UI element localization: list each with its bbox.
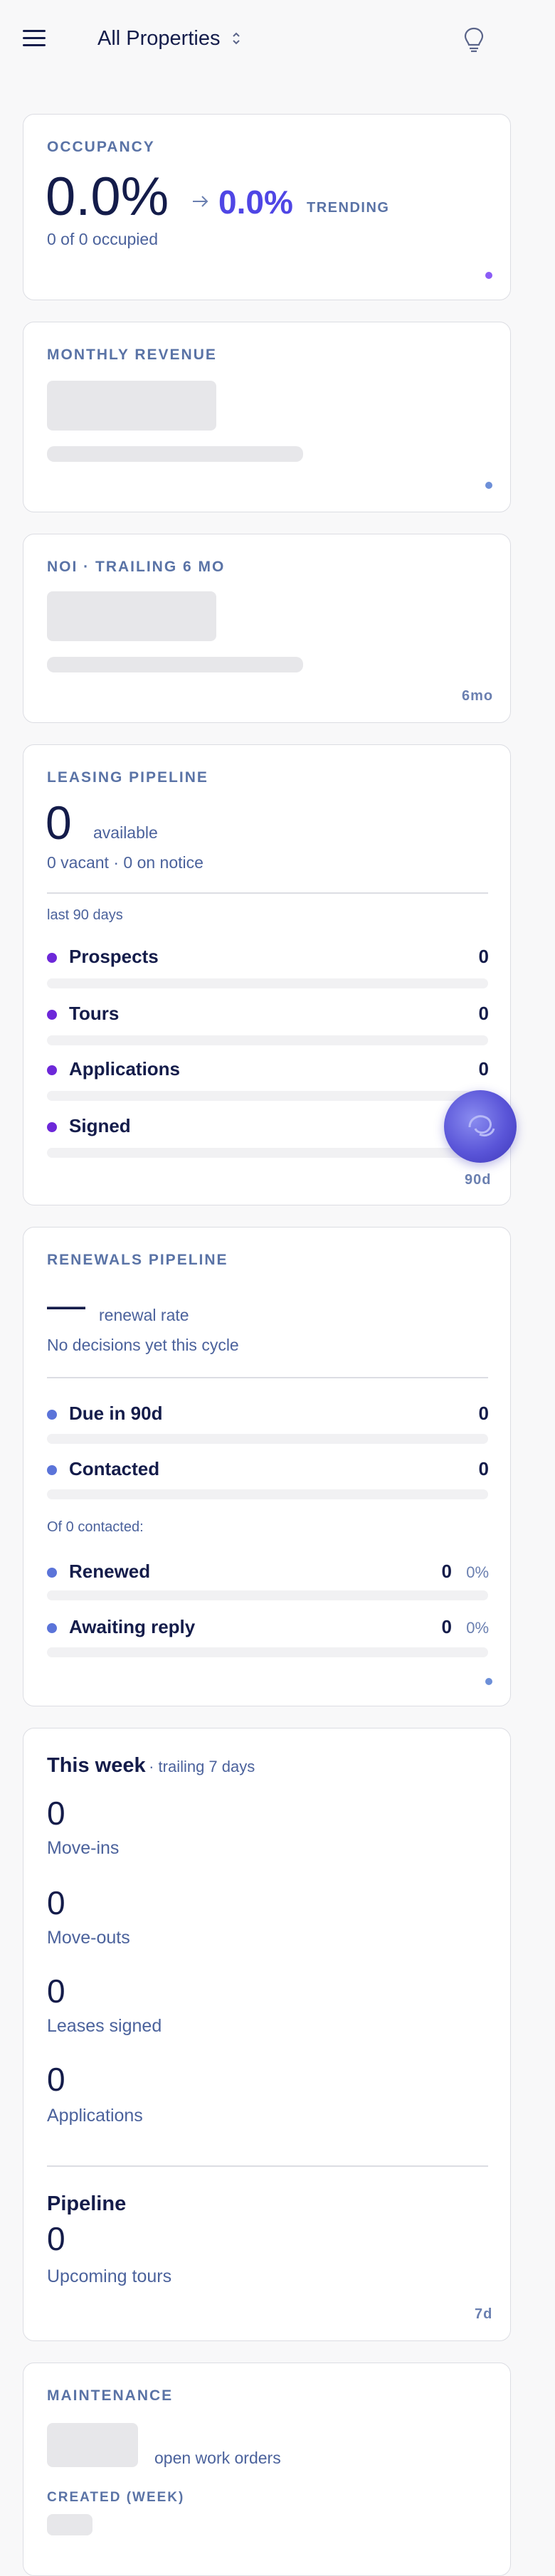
renewal-row-label: Due in 90d — [69, 1403, 163, 1424]
renewal-dot — [47, 1568, 57, 1578]
property-selector[interactable]: All Properties — [97, 24, 241, 53]
week-stat-value: 0 — [47, 1884, 65, 1921]
week-stat-value: 0 — [47, 1973, 65, 2010]
property-selector-label: All Properties — [97, 26, 221, 50]
renewal-rate-label: renewal rate — [99, 1306, 189, 1324]
pipeline-row-label: Applications — [69, 1058, 181, 1080]
pipeline-dot — [47, 1010, 57, 1020]
divider — [47, 1377, 488, 1378]
renewal-row-label: Renewed — [69, 1561, 151, 1582]
renewal-detail: No decisions yet this cycle — [47, 1336, 239, 1354]
renewals-pipeline-card[interactable]: RENEWALS PIPELINE — renewal rate No deci… — [23, 1227, 511, 1706]
contacted-note: Of 0 contacted: — [47, 1519, 144, 1535]
pipeline-row-label: Prospects — [69, 946, 159, 967]
occupancy-detail: 0 of 0 occupied — [47, 230, 159, 248]
renewal-row-value: 0 — [441, 1616, 452, 1637]
week-stat-label: Applications — [47, 2106, 143, 2126]
pipeline-track — [47, 978, 488, 988]
week-title-text: This week — [47, 1754, 146, 1777]
chevron-up-down-icon — [231, 31, 241, 46]
monthly-revenue-card[interactable]: MONTHLY REVENUE — [23, 322, 511, 512]
loading-skeleton — [47, 2514, 92, 2535]
loading-skeleton-line — [47, 657, 303, 672]
renewal-row-pct: 0% — [466, 1619, 489, 1637]
renewal-dot — [47, 1465, 57, 1475]
occupancy-value: 0.0% — [46, 167, 169, 227]
renewal-row-label: Contacted — [69, 1458, 160, 1479]
renewal-rate-value: — — [47, 1284, 85, 1326]
renewal-track — [47, 1489, 488, 1499]
card-label: RENEWALS PIPELINE — [47, 1252, 228, 1268]
period-tag: 6mo — [462, 688, 494, 704]
period-tag: 7d — [475, 2306, 493, 2322]
pipeline-value: 0 — [47, 2220, 65, 2257]
maintenance-card[interactable]: MAINTENANCE open work orders CREATED (WE… — [23, 2363, 511, 2576]
renewal-row-value: 0 — [478, 1458, 489, 1479]
pipeline-dot — [47, 1065, 57, 1075]
renewal-track — [47, 1590, 488, 1600]
renewal-row-value: 0 — [441, 1561, 452, 1582]
renewal-dot — [47, 1623, 57, 1633]
pipeline-label: Upcoming tours — [47, 2266, 172, 2286]
week-stat-label: Move-ins — [47, 1838, 120, 1858]
available-label: available — [93, 823, 158, 842]
renewal-dot — [47, 1410, 57, 1420]
pipeline-track — [47, 1091, 488, 1101]
created-week-label: CREATED (WEEK) — [47, 2490, 185, 2505]
status-dot — [485, 272, 492, 279]
week-stat-value: 0 — [47, 1795, 65, 1832]
week-subtitle: · trailing 7 days — [149, 1758, 255, 1775]
available-count: 0 — [46, 796, 72, 849]
pipeline-dot — [47, 953, 57, 963]
card-label: OCCUPANCY — [47, 139, 155, 155]
period-tag: 90d — [465, 1172, 492, 1188]
pipeline-track — [47, 1148, 488, 1158]
pipeline-track — [47, 1035, 488, 1045]
assistant-orb-button[interactable] — [444, 1090, 517, 1163]
occupancy-card[interactable]: OCCUPANCY 0.0% 0.0% TRENDING 0 of 0 occu… — [23, 114, 511, 300]
week-stat-label: Move-outs — [47, 1928, 130, 1948]
renewal-track — [47, 1647, 488, 1657]
week-stat-label: Leases signed — [47, 2016, 162, 2036]
leasing-pipeline-card[interactable]: LEASING PIPELINE 0 available 0 vacant · … — [23, 744, 511, 1205]
window-note: last 90 days — [47, 907, 123, 923]
week-title: This week · trailing 7 days — [47, 1754, 255, 1778]
loading-skeleton — [47, 2423, 138, 2467]
pipeline-dot — [47, 1122, 57, 1132]
card-label: NOI · TRAILING 6 MO — [47, 559, 226, 575]
card-label: MONTHLY REVENUE — [47, 347, 217, 363]
pipeline-row-value: 0 — [478, 1058, 489, 1080]
pipeline-title: Pipeline — [47, 2192, 127, 2215]
open-work-orders-label: open work orders — [154, 2449, 281, 2467]
this-week-card[interactable]: This week · trailing 7 days 0 Move-ins 0… — [23, 1728, 511, 2341]
status-dot — [485, 1678, 492, 1685]
status-dot — [485, 482, 492, 489]
pipeline-row-value: 0 — [478, 1003, 489, 1024]
pipeline-row-label: Tours — [69, 1003, 120, 1024]
noi-card[interactable]: NOI · TRAILING 6 MO 6mo — [23, 534, 511, 723]
divider — [47, 2165, 488, 2167]
loading-skeleton — [47, 591, 216, 641]
renewal-row-label: Awaiting reply — [69, 1616, 196, 1637]
leasing-detail: 0 vacant · 0 on notice — [47, 853, 204, 872]
loading-skeleton-line — [47, 446, 303, 462]
assistant-orb-icon — [468, 1115, 495, 1137]
card-label: MAINTENANCE — [47, 2387, 174, 2404]
lightbulb-icon[interactable] — [461, 26, 487, 54]
pipeline-row-value: 0 — [478, 946, 489, 967]
card-label: LEASING PIPELINE — [47, 769, 208, 786]
top-bar: All Properties — [0, 0, 555, 78]
renewal-row-value: 0 — [478, 1403, 489, 1424]
pipeline-row-label: Signed — [69, 1115, 131, 1136]
arrow-right-icon — [191, 194, 210, 212]
renewal-track — [47, 1434, 488, 1444]
week-stat-value: 0 — [47, 2061, 65, 2098]
trend-label: TRENDING — [307, 200, 390, 216]
loading-skeleton — [47, 381, 216, 431]
trend-value: 0.0% — [218, 184, 293, 221]
renewal-row-pct: 0% — [466, 1563, 489, 1581]
divider — [47, 892, 488, 894]
hamburger-icon[interactable] — [23, 30, 46, 47]
